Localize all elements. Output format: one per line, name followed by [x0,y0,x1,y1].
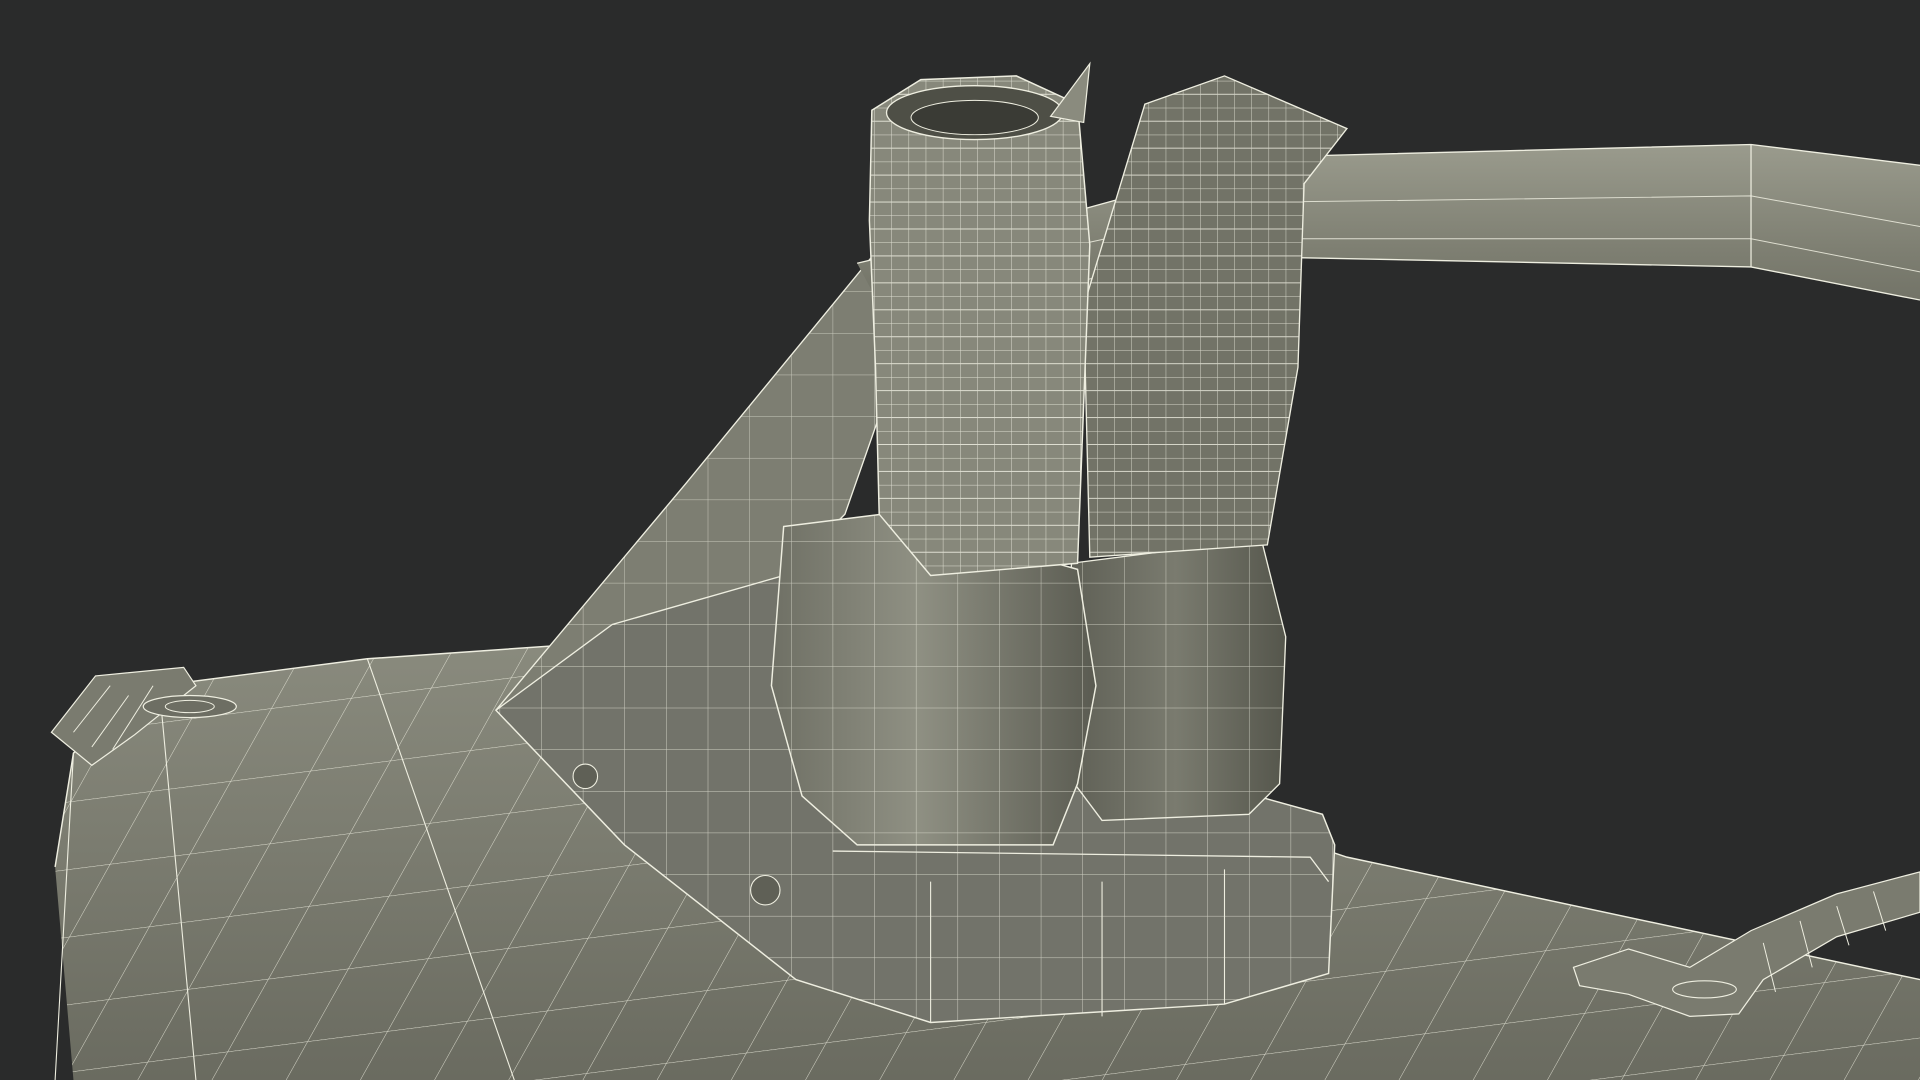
left-bellows [868,75,1091,577]
wireframe-render [0,0,1920,1080]
viewport [0,0,1920,1080]
right-housing [1064,538,1287,822]
